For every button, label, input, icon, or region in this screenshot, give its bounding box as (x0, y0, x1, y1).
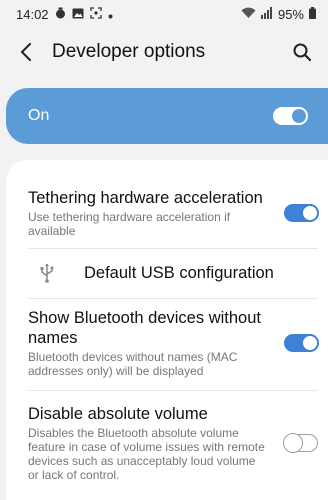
setting-tethering-acceleration[interactable]: Tethering hardware acceleration Use teth… (28, 188, 319, 238)
back-icon[interactable] (14, 40, 38, 64)
battery-icon (309, 6, 316, 22)
status-bar: 14:02 95% (0, 0, 328, 28)
toggle-knob (301, 334, 319, 352)
search-icon[interactable] (290, 40, 314, 64)
gallery-icon (72, 7, 84, 22)
page-title: Developer options (52, 41, 206, 62)
master-switch-label: On (28, 107, 50, 124)
usb-icon (38, 262, 56, 284)
app-bar: Developer options (0, 36, 328, 68)
setting-disable-absolute-volume[interactable]: Disable absolute volume Disables the Blu… (28, 404, 318, 482)
fitness-icon (55, 7, 66, 22)
setting-default-usb[interactable]: Default USB configuration (28, 260, 318, 286)
tethering-toggle[interactable] (284, 204, 319, 222)
signal-icon (260, 6, 273, 22)
setting-title: Default USB configuration (84, 263, 274, 282)
divider (28, 298, 318, 299)
toggle-knob (301, 204, 319, 222)
bluetooth-names-toggle[interactable] (284, 334, 319, 352)
toggle-knob (283, 433, 303, 453)
app-bar-left: Developer options (14, 40, 205, 64)
absolute-volume-toggle[interactable] (283, 433, 318, 453)
setting-subtitle: Use tethering hardware acceleration if a… (28, 210, 231, 238)
master-toggle[interactable] (273, 107, 308, 125)
setting-text: Tethering hardware acceleration Use teth… (28, 188, 268, 238)
setting-text: Show Bluetooth devices without names Blu… (28, 308, 268, 378)
setting-bluetooth-without-names[interactable]: Show Bluetooth devices without names Blu… (28, 308, 319, 378)
wifi-icon (241, 7, 256, 22)
settings-card: Tethering hardware acceleration Use teth… (6, 160, 328, 500)
status-right: 95% (241, 6, 316, 22)
setting-subtitle: Disables the Bluetooth absolute volume f… (28, 426, 265, 482)
screenshot-icon (89, 6, 102, 22)
setting-text: Disable absolute volume Disables the Blu… (28, 404, 268, 482)
divider (28, 248, 318, 249)
status-left: 14:02 (16, 7, 113, 22)
setting-title: Disable absolute volume (28, 405, 208, 423)
setting-title: Tethering hardware acceleration (28, 189, 263, 207)
setting-subtitle: Bluetooth devices without names (MAC add… (28, 350, 238, 378)
setting-title: Show Bluetooth devices without names (28, 309, 261, 347)
status-time: 14:02 (16, 6, 49, 22)
divider (28, 390, 318, 391)
master-switch-bar[interactable]: On (6, 88, 328, 144)
battery-percent: 95% (277, 6, 304, 22)
dot-icon (108, 7, 113, 22)
toggle-knob (290, 107, 308, 125)
